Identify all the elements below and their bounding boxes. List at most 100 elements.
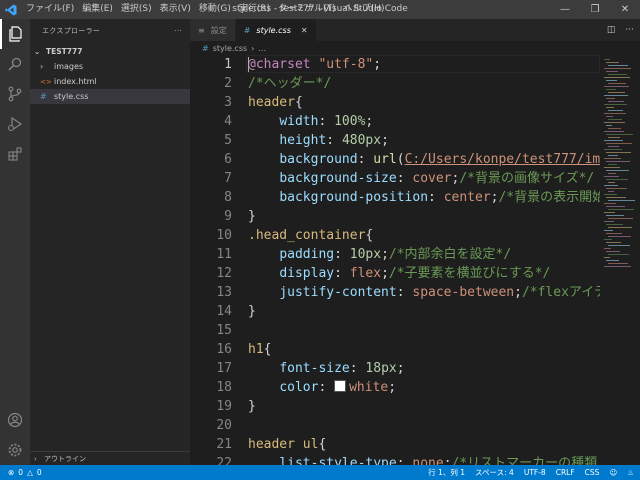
- menu-item[interactable]: ターミナル(T): [274, 0, 340, 19]
- code-line[interactable]: 22 list-style-type: none;/*リストマーカーの種類: [190, 454, 600, 465]
- code-token: :: [349, 361, 366, 376]
- code-line[interactable]: 20: [190, 416, 600, 435]
- minimap-line: [604, 158, 621, 159]
- code-token: {: [294, 95, 303, 110]
- source-control-icon[interactable]: [0, 79, 30, 109]
- code-line[interactable]: 2 /*ヘッダー*/: [190, 74, 600, 93]
- minimap[interactable]: [600, 55, 640, 465]
- code-line[interactable]: 3 header{: [190, 93, 600, 112]
- tab-style-css[interactable]: # style.css ✕: [235, 19, 317, 41]
- code-line[interactable]: 8 background-position: center;/*背景の表示開始: [190, 188, 600, 207]
- menu-item[interactable]: 実行(R): [235, 0, 274, 19]
- code-line[interactable]: 6 background: url(C:/Users/konpe/test777…: [190, 150, 600, 169]
- code-line[interactable]: 15: [190, 321, 600, 340]
- search-icon[interactable]: [0, 49, 30, 79]
- tree-item-index-html[interactable]: <> index.html: [30, 74, 190, 89]
- close-window-button[interactable]: ✕: [610, 0, 640, 19]
- code-line[interactable]: 21 header ul{: [190, 435, 600, 454]
- code-text: width: 100%;: [248, 112, 373, 131]
- menu-item[interactable]: 表示(V): [156, 0, 195, 19]
- restore-button[interactable]: ❐: [580, 0, 610, 19]
- line-number: 12: [216, 266, 232, 281]
- breadcrumb-more[interactable]: ...: [258, 44, 266, 53]
- code-line[interactable]: 10 .head_container{: [190, 226, 600, 245]
- menu-item[interactable]: 移動(G): [195, 0, 235, 19]
- encoding[interactable]: UTF-8: [524, 468, 546, 477]
- code-token: :: [326, 133, 342, 148]
- menu-item[interactable]: 編集(E): [78, 0, 117, 19]
- code-line[interactable]: 19}: [190, 397, 600, 416]
- minimap-line: [608, 119, 622, 120]
- minimap-line: [608, 65, 628, 66]
- gear-icon[interactable]: [0, 435, 30, 465]
- line-number: 14: [216, 304, 232, 319]
- code-token: /*子要素を横並びにする*/: [388, 266, 551, 281]
- menu-item[interactable]: 選択(S): [117, 0, 156, 19]
- menu-item[interactable]: ヘルプ(H): [340, 0, 389, 19]
- more-actions-icon[interactable]: ···: [625, 25, 634, 35]
- code-line[interactable]: 4 width: 100%;: [190, 112, 600, 131]
- code-line[interactable]: 11 padding: 10px;/*内部余白を設定*/: [190, 245, 600, 264]
- more-actions-icon[interactable]: ···: [174, 27, 182, 35]
- breadcrumb-file[interactable]: style.css: [213, 44, 247, 53]
- warning-icon[interactable]: △: [27, 468, 33, 477]
- explorer-icon[interactable]: [0, 19, 30, 49]
- warning-count[interactable]: 0: [37, 468, 42, 477]
- code-line[interactable]: 18 color: white;: [190, 378, 600, 397]
- cursor-position[interactable]: 行 1、列 1: [428, 467, 465, 478]
- tree-item-style-css[interactable]: # style.css: [30, 89, 190, 104]
- line-number: 22: [216, 456, 232, 465]
- line-number: 15: [216, 323, 232, 338]
- code-token: display: [279, 266, 335, 281]
- code-editor[interactable]: 1 @charset "utf-8"; 2/*ヘッダー*/3 header{4 wid…: [190, 55, 600, 465]
- error-count[interactable]: 0: [18, 468, 23, 477]
- line-number: 10: [216, 228, 232, 243]
- feedback-icon[interactable]: ☺: [609, 468, 617, 477]
- code-line[interactable]: 12 display: flex;/*子要素を横並びにする*/: [190, 264, 600, 283]
- end-of-line[interactable]: CRLF: [556, 468, 575, 477]
- code-token: padding: [279, 247, 335, 262]
- code-token: 100%: [334, 114, 366, 129]
- indentation[interactable]: スペース: 4: [475, 467, 514, 478]
- line-number: 11: [216, 247, 232, 262]
- notifications-icon[interactable]: ♨: [627, 468, 634, 477]
- close-icon[interactable]: ✕: [301, 26, 308, 35]
- code-token: width: [279, 114, 319, 129]
- code-line[interactable]: 14}: [190, 302, 600, 321]
- code-token: :: [357, 152, 374, 167]
- minimap-line: [608, 191, 614, 192]
- tab-settings[interactable]: ≡ 設定: [190, 19, 236, 41]
- code-line[interactable]: 16 h1{: [190, 340, 600, 359]
- code-token: flex: [349, 266, 382, 281]
- code-line[interactable]: 17 font-size: 18px;: [190, 359, 600, 378]
- minimap-line: [604, 221, 614, 222]
- color-swatch[interactable]: [334, 380, 347, 392]
- code-line[interactable]: 7 background-size: cover;/*背景の画像サイズ*/: [190, 169, 600, 188]
- extensions-icon[interactable]: [0, 139, 30, 169]
- folder-header[interactable]: ⌄ TEST777: [30, 43, 190, 59]
- split-editor-icon[interactable]: ◫: [607, 25, 616, 35]
- minimize-button[interactable]: —: [550, 0, 580, 19]
- language-mode[interactable]: CSS: [585, 468, 600, 477]
- outline-section[interactable]: › アウトライン: [30, 451, 190, 465]
- code-line[interactable]: 13 justify-content: space-between;/*flex…: [190, 283, 600, 302]
- code-token: white: [349, 380, 389, 395]
- code-token: /*ヘッダー*/: [248, 76, 332, 91]
- code-token: url: [373, 152, 397, 167]
- account-icon[interactable]: [0, 405, 30, 435]
- error-icon[interactable]: ⊗: [8, 468, 14, 477]
- code-line[interactable]: 5 height: 480px;: [190, 131, 600, 150]
- minimap-line: [606, 80, 617, 81]
- tree-item-images[interactable]: › images: [30, 59, 190, 74]
- code-token: font-size: [279, 361, 350, 376]
- code-token: :: [318, 114, 335, 129]
- breadcrumb: # style.css › ...: [190, 41, 640, 55]
- minimap-line: [606, 107, 614, 108]
- menu-item[interactable]: ファイル(F): [22, 0, 78, 19]
- run-debug-icon[interactable]: [0, 109, 30, 139]
- code-line[interactable]: 9}: [190, 207, 600, 226]
- code-line[interactable]: 1 @charset "utf-8";: [190, 55, 600, 74]
- minimap-line: [604, 248, 611, 249]
